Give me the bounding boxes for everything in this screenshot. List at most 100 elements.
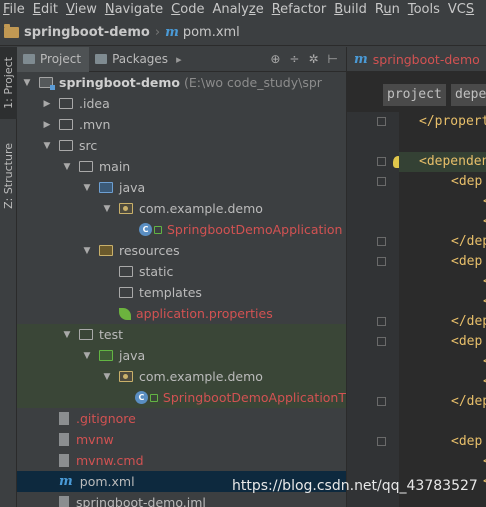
tree-item[interactable]: mvnw bbox=[17, 429, 346, 450]
code-area[interactable]: </propert<dependen<dep<<</dep<dep<<</dep… bbox=[399, 112, 486, 507]
chevron-down-icon[interactable]: ▼ bbox=[81, 351, 93, 361]
tree-item-label: test bbox=[99, 327, 124, 342]
chevron-right-icon[interactable]: ▶ bbox=[41, 99, 53, 109]
chevron-down-icon[interactable]: ▼ bbox=[81, 246, 93, 256]
tree-item[interactable]: ▼ springboot-demo (E:\wo code_study\spr bbox=[17, 72, 346, 93]
fold-marker-icon[interactable] bbox=[377, 237, 386, 246]
chevron-down-icon[interactable]: ▼ bbox=[61, 162, 73, 172]
source-folder-icon bbox=[99, 182, 113, 193]
left-tool-strip: 1: Project Z: Structure bbox=[0, 47, 17, 507]
menu-build[interactable]: Build bbox=[331, 0, 372, 20]
folder-icon bbox=[59, 119, 73, 130]
tab-packages[interactable]: Packages ▸ bbox=[89, 47, 190, 72]
tree-item-label: java bbox=[119, 180, 146, 195]
collapse-all-icon[interactable]: ÷ bbox=[289, 52, 299, 66]
menu-edit[interactable]: Edit bbox=[30, 0, 63, 20]
chevron-right-icon[interactable]: ▶ bbox=[41, 120, 53, 130]
package-icon bbox=[119, 203, 133, 214]
tree-item-label: com.example.demo bbox=[139, 369, 263, 384]
file-icon bbox=[59, 496, 69, 507]
tree-item[interactable]: ▼ main bbox=[17, 156, 346, 177]
fold-marker-icon[interactable] bbox=[377, 257, 386, 266]
xml-crumb-dependencies[interactable]: depe bbox=[451, 84, 486, 106]
xml-breadcrumbs: project depe bbox=[346, 72, 486, 112]
fold-marker-icon[interactable] bbox=[377, 177, 386, 186]
tree-item[interactable]: ▼ java bbox=[17, 345, 346, 366]
code-line: <dep bbox=[451, 434, 483, 449]
tree-item-label: .gitignore bbox=[76, 411, 136, 426]
tree-item[interactable]: mvnw.cmd bbox=[17, 450, 346, 471]
lock-icon bbox=[154, 225, 162, 234]
code-editor[interactable]: </propert<dependen<dep<<</dep<dep<<</dep… bbox=[346, 112, 486, 507]
maven-icon: m bbox=[354, 51, 368, 67]
tab-project[interactable]: Project bbox=[17, 46, 90, 72]
xml-crumb-project[interactable]: project bbox=[383, 84, 446, 106]
code-line: <dependen bbox=[399, 152, 486, 172]
tree-item[interactable]: ▶ .mvn bbox=[17, 114, 346, 135]
tree-item[interactable]: springboot-demo.iml bbox=[17, 492, 346, 507]
side-tab-structure[interactable]: Z: Structure bbox=[0, 133, 17, 219]
tree-item-label: SpringbootDemoApplication bbox=[167, 222, 343, 237]
side-tab-project[interactable]: 1: Project bbox=[0, 47, 17, 119]
tree-item[interactable]: application.properties bbox=[17, 303, 346, 324]
fold-marker-icon[interactable] bbox=[377, 437, 386, 446]
tree-item-label: mvnw bbox=[76, 432, 114, 447]
menu-navigate[interactable]: Navigate bbox=[102, 0, 168, 20]
code-line: <dep bbox=[451, 254, 483, 269]
folder-icon bbox=[4, 24, 19, 38]
project-tree: ▼ springboot-demo (E:\wo code_study\spr ▶ .i… bbox=[17, 72, 346, 507]
tree-item[interactable]: .gitignore bbox=[17, 408, 346, 429]
tree-item[interactable]: ▼ com.example.demo bbox=[17, 366, 346, 387]
tree-item[interactable]: ▼ src bbox=[17, 135, 346, 156]
tree-item[interactable]: ▼ com.example.demo bbox=[17, 198, 346, 219]
tree-item[interactable]: C SpringbootDemoApplication bbox=[17, 219, 346, 240]
breadcrumb-project[interactable]: springboot-demo bbox=[4, 24, 150, 40]
breadcrumb-file[interactable]: m pom.xml bbox=[165, 25, 240, 40]
chevron-down-icon[interactable]: ▼ bbox=[61, 330, 73, 340]
menu-vcs[interactable]: VCS bbox=[445, 0, 479, 20]
chevron-down-icon[interactable]: ▼ bbox=[81, 183, 93, 193]
menu-refactor[interactable]: Refactor bbox=[269, 0, 332, 20]
menu-tools[interactable]: Tools bbox=[405, 0, 445, 20]
chevron-down-icon[interactable]: ▼ bbox=[101, 204, 113, 214]
tree-item-label: src bbox=[79, 138, 98, 153]
tree-item[interactable]: ▼ test bbox=[17, 324, 346, 345]
hide-panel-icon[interactable]: ⊢ bbox=[328, 52, 338, 66]
gear-icon[interactable]: ✲ bbox=[308, 52, 318, 66]
fold-marker-icon[interactable] bbox=[377, 397, 386, 406]
tree-item-label: java bbox=[119, 348, 146, 363]
fold-marker-icon[interactable] bbox=[377, 317, 386, 326]
tree-item-label: com.example.demo bbox=[139, 201, 263, 216]
chevron-down-icon[interactable]: ▼ bbox=[21, 78, 33, 88]
tree-item-label: pom.xml bbox=[79, 474, 135, 489]
chevron-right-icon: › bbox=[154, 25, 161, 40]
menu-view[interactable]: View bbox=[63, 0, 102, 20]
tree-item[interactable]: ▶ .idea bbox=[17, 93, 346, 114]
menu-file[interactable]: File bbox=[0, 0, 30, 20]
chevron-down-icon[interactable]: ▼ bbox=[41, 141, 53, 151]
chevron-down-icon[interactable]: ▼ bbox=[101, 372, 113, 382]
tree-item[interactable]: templates bbox=[17, 282, 346, 303]
class-icon: C bbox=[134, 391, 148, 404]
code-line: </dep bbox=[451, 234, 486, 249]
watermark: https://blog.csdn.net/qq_43783527 bbox=[232, 478, 478, 494]
tree-item-label: main bbox=[99, 159, 131, 174]
locate-icon[interactable]: ⊕ bbox=[270, 52, 280, 66]
fold-marker-icon[interactable] bbox=[377, 337, 386, 346]
fold-marker-icon[interactable] bbox=[377, 117, 386, 126]
menu-analyze[interactable]: Analyze bbox=[209, 0, 268, 20]
editor-tab-pom[interactable]: springboot-demo bbox=[373, 52, 480, 67]
code-line: < bbox=[399, 292, 486, 312]
tree-item-label: springboot-demo bbox=[59, 75, 181, 90]
menu-code[interactable]: Code bbox=[168, 0, 209, 20]
code-line: </dep bbox=[451, 314, 486, 329]
tree-item[interactable]: static bbox=[17, 261, 346, 282]
fold-marker-icon[interactable] bbox=[377, 157, 386, 166]
tree-item[interactable]: ▼ resources bbox=[17, 240, 346, 261]
file-icon bbox=[59, 412, 69, 425]
tree-item[interactable]: ▼ java bbox=[17, 177, 346, 198]
tree-item-label: static bbox=[139, 264, 174, 279]
menu-run[interactable]: Run bbox=[372, 0, 405, 20]
tree-item[interactable]: C SpringbootDemoApplicationT bbox=[17, 387, 346, 408]
